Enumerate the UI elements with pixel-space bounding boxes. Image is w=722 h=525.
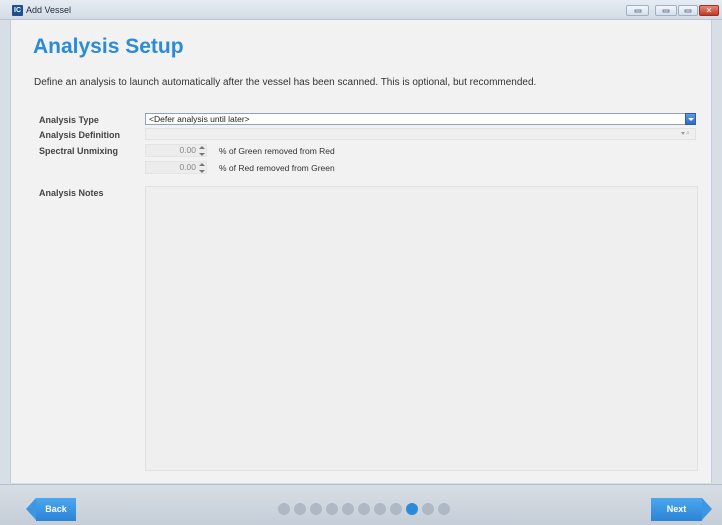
step-dot	[374, 503, 386, 515]
minimize-button[interactable]	[655, 5, 677, 16]
spin-down-icon[interactable]	[199, 153, 205, 156]
red-from-green-value: 0.00	[179, 162, 196, 172]
step-dot	[294, 503, 306, 515]
step-dot	[358, 503, 370, 515]
spin-arrows[interactable]	[199, 146, 205, 156]
step-dot	[422, 503, 434, 515]
back-label: Back	[45, 504, 67, 514]
next-label: Next	[666, 504, 687, 514]
analysis-notes-textarea[interactable]	[145, 186, 698, 471]
tray-icon	[634, 9, 641, 12]
step-dot	[390, 503, 402, 515]
page-description: Define an analysis to launch automatical…	[34, 77, 537, 88]
close-button[interactable]: ✕	[699, 5, 719, 16]
app-icon: IC	[12, 5, 23, 16]
search-icon[interactable]: ⌕	[686, 130, 693, 137]
back-button[interactable]: Back	[26, 498, 76, 521]
add-vessel-window: IC Add Vessel ✕ Analysis Setup Define an…	[0, 0, 722, 525]
red-from-green-stepper[interactable]: 0.00	[145, 161, 207, 174]
step-dot	[326, 503, 338, 515]
spin-arrows[interactable]	[199, 163, 205, 173]
wizard-footer: Back Next	[0, 484, 722, 525]
tray-button[interactable]	[626, 5, 649, 16]
analysis-type-label: Analysis Type	[39, 115, 99, 125]
spin-up-icon[interactable]	[199, 146, 205, 149]
spin-up-icon[interactable]	[199, 163, 205, 166]
window-title: Add Vessel	[26, 5, 72, 15]
green-from-red-stepper[interactable]: 0.00	[145, 144, 207, 157]
maximize-button[interactable]	[678, 5, 698, 16]
green-from-red-caption: % of Green removed from Red	[219, 146, 335, 156]
step-dot	[342, 503, 354, 515]
title-bar[interactable]: IC Add Vessel ✕	[0, 0, 722, 20]
step-dot-active	[406, 503, 418, 515]
analysis-definition-label: Analysis Definition	[39, 130, 121, 140]
red-from-green-caption: % of Red removed from Green	[219, 163, 335, 173]
maximize-icon	[684, 9, 692, 12]
green-from-red-value: 0.00	[179, 145, 196, 155]
close-icon: ✕	[705, 5, 713, 15]
spin-down-icon[interactable]	[199, 170, 205, 173]
analysis-definition-field[interactable]: ⌕	[145, 128, 696, 140]
dropdown-arrow-icon[interactable]	[685, 113, 696, 125]
minimize-icon	[662, 9, 670, 12]
spectral-unmixing-label: Spectral Unmixing	[39, 146, 119, 156]
step-dot	[278, 503, 290, 515]
analysis-notes-label: Analysis Notes	[39, 188, 104, 198]
step-dot	[310, 503, 322, 515]
analysis-type-dropdown[interactable]: <Defer analysis until later>	[145, 113, 696, 125]
next-button[interactable]: Next	[651, 498, 712, 521]
page-title: Analysis Setup	[33, 35, 184, 58]
step-dot	[438, 503, 450, 515]
wizard-content: Analysis Setup Define an analysis to lau…	[10, 20, 712, 483]
analysis-type-value: <Defer analysis until later>	[149, 114, 250, 124]
chevron-down-icon[interactable]	[681, 132, 685, 135]
